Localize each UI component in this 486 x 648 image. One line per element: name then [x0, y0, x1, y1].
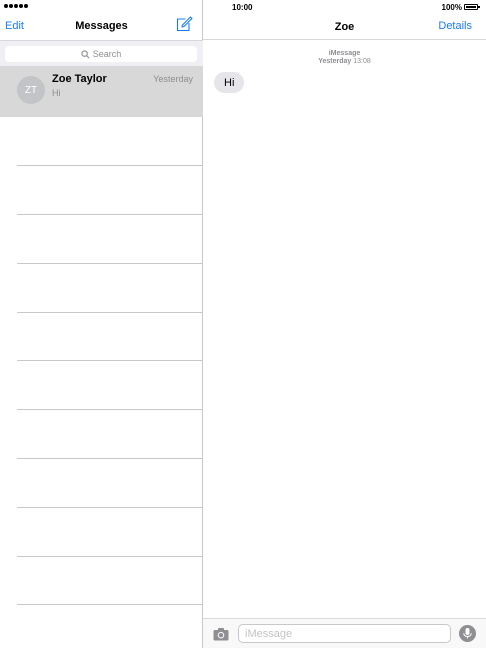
page-title: Messages [75, 20, 128, 32]
service-label: iMessage [328, 50, 361, 57]
time-label: 13:08 [353, 58, 371, 65]
message-input[interactable] [238, 624, 451, 643]
chat-timestamp-header: iMessage Yesterday 13:08 [203, 50, 486, 66]
list-divider [17, 604, 203, 605]
signal-strength-icon [4, 4, 28, 8]
chat-navigation-bar: Zoe Details [203, 12, 486, 40]
conversation-list-pane: Edit Messages Search ZT Zoe Taylor Yeste… [0, 0, 203, 648]
battery-icon [464, 4, 480, 10]
list-divider [17, 165, 203, 166]
search-bar: Search [0, 40, 203, 66]
list-divider [17, 312, 203, 313]
microphone-icon[interactable] [459, 625, 476, 642]
details-button[interactable]: Details [438, 20, 472, 32]
message-bubble-incoming[interactable]: Hi [214, 72, 245, 93]
list-divider [17, 409, 203, 410]
battery-percentage: 100% [441, 3, 462, 12]
list-divider [17, 556, 203, 557]
list-divider [17, 507, 203, 508]
list-divider [17, 214, 203, 215]
list-navigation-bar: Edit Messages [0, 12, 203, 38]
message-preview: Hi [52, 88, 61, 98]
camera-icon[interactable] [213, 627, 229, 641]
avatar: ZT [17, 76, 45, 104]
conversation-timestamp: Yesterday [153, 74, 193, 84]
day-label: Yesterday [318, 58, 352, 65]
list-divider [17, 458, 203, 459]
list-divider [17, 263, 203, 264]
conversation-row[interactable]: ZT Zoe Taylor Yesterday Hi [0, 66, 203, 117]
status-time: 10:00 [232, 3, 253, 12]
search-input[interactable]: Search [5, 46, 197, 62]
list-divider [17, 360, 203, 361]
status-bar-left [0, 0, 203, 12]
chat-pane: 10:00 100% Zoe Details iMessage Yesterda… [203, 0, 486, 648]
message-input-bar [203, 618, 486, 648]
compose-icon[interactable] [175, 16, 193, 32]
search-placeholder: Search [92, 49, 122, 59]
search-icon [81, 49, 90, 58]
contact-name: Zoe Taylor [52, 73, 107, 85]
